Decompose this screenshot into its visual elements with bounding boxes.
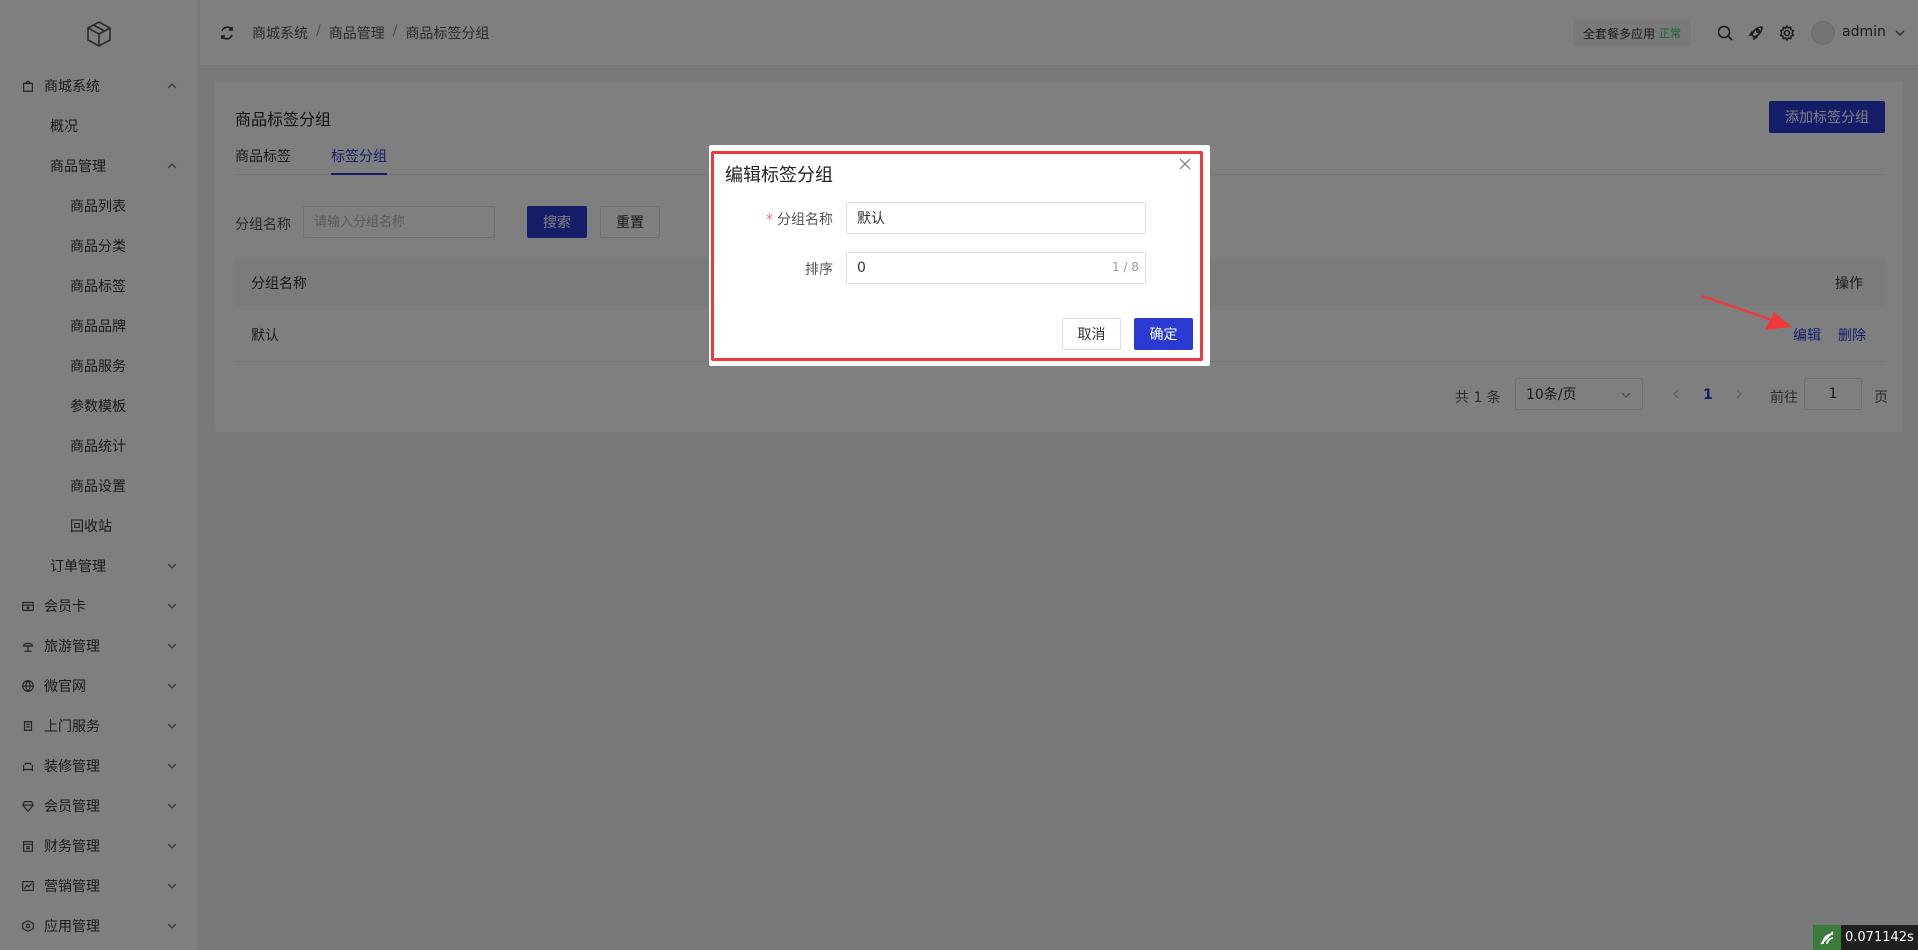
close-icon[interactable]	[1178, 157, 1192, 171]
timer-value: 0.071142s	[1845, 930, 1914, 945]
group-name-label-text: 分组名称	[777, 212, 833, 228]
debug-timer: 0.071142s	[1813, 925, 1918, 950]
required-mark: *	[766, 212, 773, 228]
group-name-label: * 分组名称	[713, 209, 833, 229]
sort-input[interactable]	[846, 252, 1146, 284]
sort-char-counter: 1 / 8	[1112, 260, 1139, 274]
confirm-button[interactable]: 确定	[1134, 318, 1193, 350]
cancel-button[interactable]: 取消	[1062, 318, 1121, 350]
sort-label: 排序	[805, 262, 833, 278]
edit-tag-group-dialog: 编辑标签分组 *分组名称 排序 1 / 8 取消 确定	[709, 145, 1210, 366]
leaf-logo-icon	[1813, 925, 1841, 950]
modal-overlay[interactable]	[0, 0, 1918, 950]
dialog-title: 编辑标签分组	[725, 165, 833, 186]
group-name-input[interactable]	[846, 202, 1146, 234]
